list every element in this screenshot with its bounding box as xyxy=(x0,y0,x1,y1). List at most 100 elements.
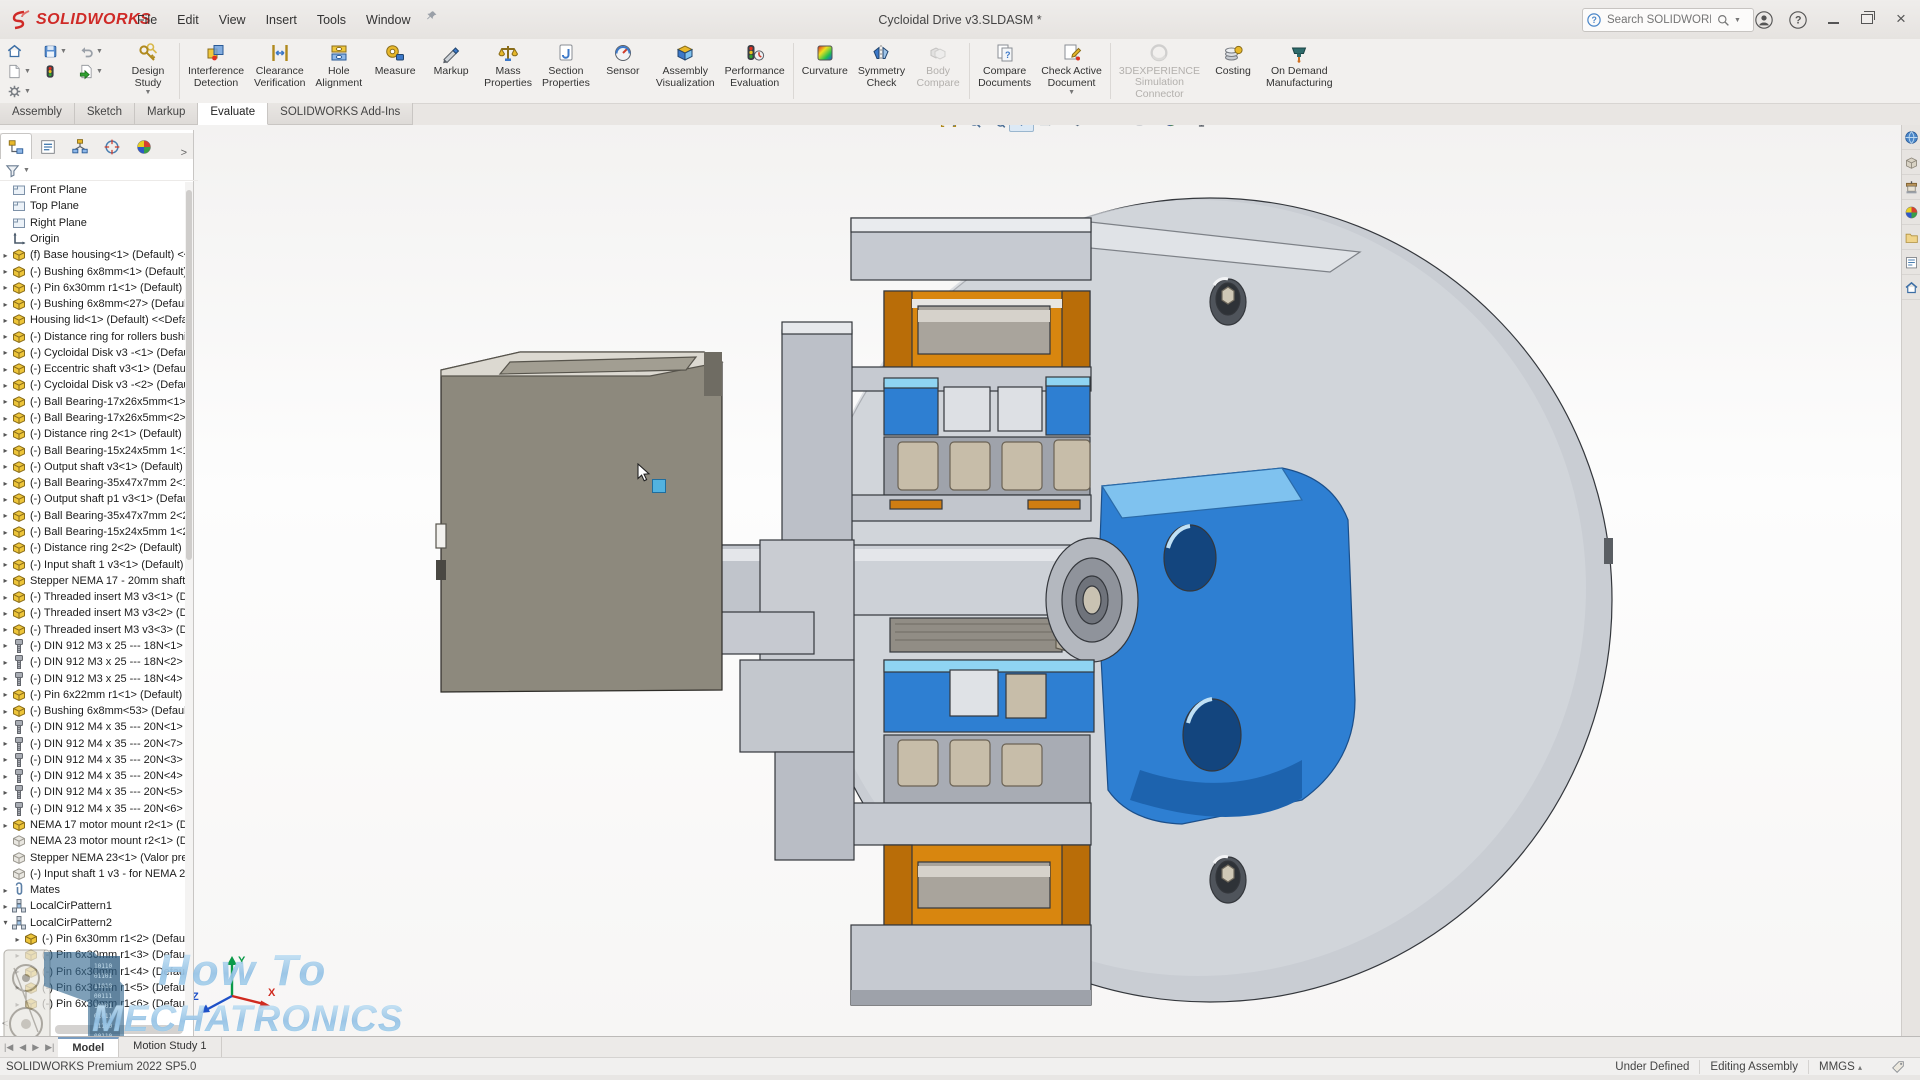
tree-item[interactable]: ▸(-) Ball Bearing-15x24x5mm 1<2> (B xyxy=(0,524,186,540)
custom-properties-tag-icon[interactable] xyxy=(1890,1059,1906,1075)
expand-arrow-icon[interactable]: ▸ xyxy=(0,821,11,830)
expand-arrow-icon[interactable]: ▸ xyxy=(12,983,23,992)
tree-item[interactable]: ▸(-) DIN 912 M4 x 35 --- 20N<6> (DIN xyxy=(0,801,186,817)
tree-item[interactable]: ▸LocalCirPattern1 xyxy=(0,898,186,914)
tree-item[interactable]: ▸(-) DIN 912 M4 x 35 --- 20N<7> (DIN xyxy=(0,736,186,752)
rebuild-button[interactable] xyxy=(40,62,76,81)
measure-button[interactable]: Measure xyxy=(367,39,423,100)
tree-item[interactable]: Top Plane xyxy=(0,198,186,214)
help-search-box[interactable]: ? ▼ xyxy=(1582,8,1754,32)
dropdown-arrow-icon[interactable]: ▼ xyxy=(96,48,103,55)
expand-arrow-icon[interactable]: ▸ xyxy=(0,739,11,748)
appearances-wheel-button[interactable] xyxy=(1902,200,1920,225)
expand-arrow-icon[interactable]: ▸ xyxy=(0,886,11,895)
view-settings-button[interactable]: ▼ xyxy=(1190,125,1220,131)
tree-item[interactable]: ▸(-) Pin 6x30mm r1<2> (Default) xyxy=(0,931,186,947)
tab-markup[interactable]: Markup xyxy=(135,103,198,125)
expand-arrow-icon[interactable]: ▸ xyxy=(0,593,11,602)
cycloidal-drive-3d-model[interactable] xyxy=(0,125,1902,1036)
tree-item[interactable]: ▸(-) DIN 912 M4 x 35 --- 20N<4> (DIN xyxy=(0,768,186,784)
expand-arrow-icon[interactable]: ▸ xyxy=(12,1000,23,1009)
tree-item[interactable]: Origin xyxy=(0,231,186,247)
display-style-button[interactable]: ▼ xyxy=(1066,125,1096,131)
view-orientation-button[interactable]: ▼ xyxy=(1035,125,1065,131)
expand-arrow-icon[interactable]: ▸ xyxy=(0,788,11,797)
home-small-button[interactable] xyxy=(1902,275,1920,300)
tree-item[interactable]: ▸(-) DIN 912 M4 x 35 --- 20N<5> (DIN xyxy=(0,784,186,800)
sensor-button[interactable]: Sensor xyxy=(595,39,651,100)
view-palette-button[interactable] xyxy=(1902,250,1920,275)
tree-item[interactable]: ▸(-) Threaded insert M3 v3<2> (Defau xyxy=(0,605,186,621)
tree-item[interactable]: ▸(-) Pin 6x30mm r1<1> (Default) <<D xyxy=(0,280,186,296)
expand-arrow-icon[interactable]: ▾ xyxy=(0,918,11,927)
window-minimize-button[interactable] xyxy=(1818,6,1848,32)
tree-item[interactable]: ▸(-) Bushing 6x8mm<27> (Default) << xyxy=(0,296,186,312)
tab-nav-next-icon[interactable]: ▶ xyxy=(32,1042,39,1053)
tree-item[interactable]: Front Plane xyxy=(0,182,186,198)
save-button[interactable]: ▼ xyxy=(40,42,76,61)
design-library-button[interactable] xyxy=(1902,175,1920,200)
markup-button[interactable]: Markup xyxy=(423,39,479,100)
tree-item[interactable]: NEMA 23 motor mount r2<1> (Defa xyxy=(0,833,186,849)
pin-menu-icon[interactable] xyxy=(426,10,441,30)
curvature-button[interactable]: Curvature xyxy=(797,39,853,100)
menu-tools[interactable]: Tools xyxy=(308,9,355,31)
expand-arrow-icon[interactable]: ▸ xyxy=(0,397,11,406)
expand-arrow-icon[interactable]: ▸ xyxy=(0,560,11,569)
new-document-button[interactable]: ▼ xyxy=(4,62,40,81)
tree-scrollbar-thumb[interactable] xyxy=(186,190,192,560)
tree-item[interactable]: ▸(-) Cycloidal Disk v3 -<1> (Default) < xyxy=(0,345,186,361)
section-properties-button[interactable]: SectionProperties xyxy=(537,39,595,100)
expand-arrow-icon[interactable]: ▸ xyxy=(0,462,11,471)
expand-arrow-icon[interactable]: ▸ xyxy=(0,772,11,781)
tab-nav-first-icon[interactable]: |◀ xyxy=(4,1042,13,1053)
home-button[interactable] xyxy=(4,42,40,61)
tree-item[interactable]: ▸(-) DIN 912 M4 x 35 --- 20N<3> (DIN xyxy=(0,752,186,768)
expand-arrow-icon[interactable]: ▸ xyxy=(0,446,11,455)
search-scope-dropdown-icon[interactable]: ▼ xyxy=(1734,17,1741,24)
tree-item[interactable]: ▸(-) Distance ring 2<2> (Default) <<D xyxy=(0,540,186,556)
interference-detection-button[interactable]: InterferenceDetection xyxy=(183,39,249,100)
expand-arrow-icon[interactable]: ▸ xyxy=(12,967,23,976)
window-close-button[interactable]: × xyxy=(1886,6,1916,32)
tab-assembly[interactable]: Assembly xyxy=(0,103,75,125)
tree-horizontal-scrollbar-thumb[interactable] xyxy=(55,1025,183,1034)
panel-tab-propertymanager[interactable] xyxy=(32,133,64,159)
expand-arrow-icon[interactable]: ▸ xyxy=(0,283,11,292)
symmetry-check-button[interactable]: SymmetryCheck xyxy=(853,39,910,100)
filter-funnel-icon[interactable] xyxy=(5,163,20,178)
status-units-selector[interactable]: MMGS ▴ xyxy=(1819,1061,1862,1073)
panel-tab-overflow-icon[interactable]: > xyxy=(175,147,193,159)
tree-item[interactable]: (-) Input shaft 1 v3 - for NEMA 23<1> xyxy=(0,866,186,882)
expand-arrow-icon[interactable]: ▸ xyxy=(0,251,11,260)
expand-arrow-icon[interactable]: ▸ xyxy=(0,625,11,634)
menu-view[interactable]: View xyxy=(210,9,255,31)
tree-item[interactable]: Right Plane xyxy=(0,215,186,231)
tree-item[interactable]: ▸Housing lid<1> (Default) <<Default> xyxy=(0,312,186,328)
tree-item[interactable]: ▸(-) DIN 912 M3 x 25 --- 18N<4> (DIN xyxy=(0,670,186,686)
expand-arrow-icon[interactable]: ▸ xyxy=(0,528,11,537)
expand-arrow-icon[interactable]: ▸ xyxy=(12,935,23,944)
tree-item[interactable]: ▸(-) DIN 912 M3 x 25 --- 18N<2> (DIN xyxy=(0,654,186,670)
tree-item[interactable]: ▸(-) Ball Bearing-35x47x7mm 2<2> (B xyxy=(0,508,186,524)
panel-collapse-arrow[interactable]: < xyxy=(2,1018,8,1030)
search-input[interactable] xyxy=(1605,13,1713,27)
bottom-tab-motion-study-1[interactable]: Motion Study 1 xyxy=(119,1037,221,1058)
assembly-visualization-button[interactable]: AssemblyVisualization xyxy=(651,39,720,100)
expand-arrow-icon[interactable]: ▸ xyxy=(0,658,11,667)
tree-item[interactable]: ▸(-) Threaded insert M3 v3<3> (Defau xyxy=(0,622,186,638)
options-gear-button[interactable]: ▼ xyxy=(4,82,40,101)
expand-arrow-icon[interactable]: ▸ xyxy=(0,511,11,520)
expand-arrow-icon[interactable]: ▸ xyxy=(0,576,11,585)
zoom-area-button[interactable] xyxy=(961,125,984,131)
tree-item[interactable]: ▸(-) Ball Bearing-17x26x5mm<2> (Bal xyxy=(0,410,186,426)
tree-item[interactable]: ▸(-) Threaded insert M3 v3<1> (Defau xyxy=(0,589,186,605)
expand-arrow-icon[interactable]: ▸ xyxy=(0,544,11,553)
menu-edit[interactable]: Edit xyxy=(168,9,208,31)
expand-arrow-icon[interactable]: ▸ xyxy=(0,332,11,341)
tree-item[interactable]: ▸(-) Input shaft 1 v3<1> (Default) <<D xyxy=(0,556,186,572)
expand-arrow-icon[interactable]: ▸ xyxy=(0,804,11,813)
tree-item[interactable]: ▸(-) Bushing 6x8mm<53> (Default) << xyxy=(0,703,186,719)
dropdown-arrow-icon[interactable]: ▼ xyxy=(145,89,152,96)
tree-item[interactable]: ▸(-) Distance ring 2<1> (Default) <<D xyxy=(0,426,186,442)
